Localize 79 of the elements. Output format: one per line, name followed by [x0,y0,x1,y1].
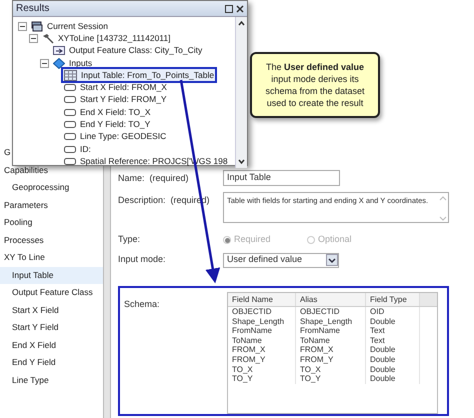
table-cell: OID [366,307,420,317]
nav-item[interactable]: Parameters [0,196,50,214]
collapse-toggle[interactable] [29,34,38,43]
layers-icon [31,20,43,32]
table-cell: TO_Y [296,374,366,384]
nav-item[interactable]: Pooling [0,214,34,232]
nav-item[interactable]: Output Feature Class [0,284,95,302]
tree-item[interactable]: Inputs [52,57,94,70]
table-cell: TO_X [228,364,296,374]
table-cell: Text [366,326,420,336]
table-cell: Text [366,336,420,346]
name-field[interactable]: Input Table [223,170,340,186]
table-cell: FROM_X [228,345,296,355]
tree-item[interactable]: Start X Field: FROM_X [63,82,168,94]
table-cell: ToName [296,336,366,346]
tree-item[interactable]: ID: [63,143,92,156]
table-cell: OBJECTID [228,307,296,317]
field-icon [64,96,76,104]
table-cell: Double [366,354,420,365]
column-header[interactable]: Field Name [228,293,296,306]
tree-item[interactable]: End X Field: TO_X [63,106,152,118]
table-cell: ToName [228,336,296,346]
table-cell: FROM_Y [228,354,296,365]
nav-item[interactable]: Start X Field [0,302,61,319]
scrollbar[interactable] [235,17,247,168]
nav-item[interactable]: G [0,144,13,162]
table-cell: Shape_Length [228,316,296,326]
tree-item[interactable]: End Y Field: TO_Y [63,118,152,131]
name-label: Name: (required) [118,172,190,185]
table-cell: Double [366,364,420,374]
hammer-icon [42,32,54,44]
close-icon[interactable] [236,4,244,12]
table-cell: FromName [296,326,366,336]
table-cell: FROM_X [296,345,366,355]
nav-item[interactable]: Start Y Field [0,319,60,336]
tree-item[interactable]: Input Table: From_To_Points_Table [63,69,216,82]
nav-item[interactable]: Geoprocessing [0,179,72,196]
tree-item[interactable]: Start Y Field: FROM_Y [63,94,168,106]
window-title: Results [16,2,50,16]
input-mode-dropdown[interactable]: User defined value [223,252,339,268]
column-header[interactable]: Alias [296,293,366,306]
scroll-up-icon[interactable] [237,19,246,28]
type-label: Type: [118,233,142,246]
table-cell: TO_Y [228,374,296,384]
field-icon [64,84,76,92]
nav-item[interactable]: Capabilities [0,162,50,179]
field-icon [64,146,76,153]
field-icon [64,133,76,140]
table-cell: Shape_Length [296,316,366,326]
table-icon [64,70,77,81]
collapse-toggle[interactable] [40,58,49,68]
nav-item[interactable]: End X Field [0,336,58,354]
schema-label: Schema: [124,298,161,311]
diamond-icon [53,58,65,69]
scroll-down-icon[interactable] [237,156,246,166]
restore-icon[interactable] [225,4,233,12]
field-icon [64,108,76,116]
input-mode-label: Input mode: [118,253,167,266]
table-cell: FROM_Y [296,354,366,365]
table-cell: TO_X [296,364,366,374]
nav-item[interactable]: Input Table [0,266,103,284]
nav-item[interactable]: End Y Field [0,354,58,372]
table-cell: Double [366,374,420,384]
nav-item[interactable]: Processes [0,232,46,249]
nav-item[interactable]: Line Type [0,372,51,389]
table-cell: Double [366,316,420,326]
nav-item[interactable]: XY To Line [0,249,47,266]
tree-item[interactable]: Output Feature Class: City_To_City [52,44,204,57]
tree-item[interactable]: XYToLine [143732_11142011] [41,32,172,44]
tree-item[interactable]: Line Type: GEODESIC [63,130,168,143]
field-icon [64,121,76,128]
output-icon [53,45,65,56]
callout-text: The User defined value input mode derives its schema from the dataset used to create the result [264,61,366,109]
tree-item[interactable]: Current Session [30,20,109,32]
caret-icon [326,254,338,266]
collapse-toggle[interactable] [18,22,27,31]
table-cell: FromName [228,326,296,336]
table-cell: Double [366,345,420,355]
table-cell: OBJECTID [296,307,366,317]
